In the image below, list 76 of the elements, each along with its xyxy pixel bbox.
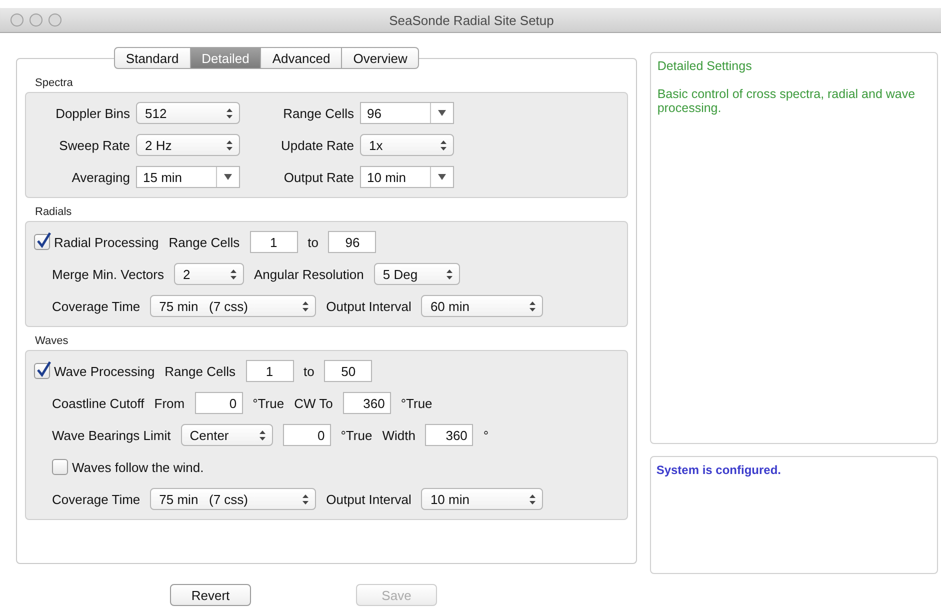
popup-button[interactable]: 5 Deg: [374, 263, 460, 285]
field-label: to: [308, 234, 318, 250]
checkbox[interactable]: Waves follow the wind.: [52, 459, 204, 475]
stepper-arrows-icon: [226, 140, 233, 150]
combo-box[interactable]: 96: [360, 102, 454, 124]
input-field[interactable]: 0: [194, 392, 243, 414]
checkmark-icon: [36, 361, 51, 377]
field-label: Coverage Time: [52, 492, 140, 506]
stepper-arrows-icon: [529, 494, 536, 504]
unit-label: °True: [252, 396, 284, 410]
popup-button[interactable]: 1x: [360, 134, 454, 156]
field-label: CW To: [294, 396, 333, 410]
field-label: Output Interval: [326, 492, 412, 506]
popup-button[interactable]: 512: [136, 102, 240, 124]
field-label: Output Rate: [282, 170, 354, 184]
checkbox[interactable]: Wave Processing: [34, 363, 155, 379]
field-label: Averaging: [70, 170, 130, 184]
popup-button[interactable]: 10 min: [421, 488, 544, 510]
field-label: Range Cells: [282, 106, 354, 120]
input-field[interactable]: 360: [425, 424, 474, 446]
field-label: to: [304, 364, 314, 378]
field-label: Range Cells: [168, 234, 240, 250]
field-label: Range Cells: [164, 364, 236, 378]
section-title: Waves: [35, 335, 70, 347]
window-controls-icon[interactable]: [10, 13, 62, 27]
window-title: SeaSonde Radial Site Setup: [388, 12, 555, 28]
field-label: Merge Min. Vectors: [52, 266, 164, 282]
input-field[interactable]: 1: [246, 360, 294, 382]
popup-button[interactable]: 60 min: [421, 295, 544, 317]
combo-box[interactable]: 15 min: [136, 166, 240, 188]
input-field[interactable]: 96: [328, 231, 376, 253]
field-label: Coastline Cutoff: [52, 396, 144, 410]
status-text: System is configured.: [656, 463, 782, 477]
stepper-arrows-icon: [529, 300, 536, 312]
field-label: Output Interval: [326, 298, 412, 314]
unit-label: °True: [340, 428, 372, 442]
stepper-arrows-icon: [302, 494, 310, 504]
field-label: Update Rate: [280, 138, 354, 152]
caret-icon: [224, 174, 232, 180]
push-button[interactable]: Revert: [170, 584, 251, 606]
section-title: Spectra: [35, 77, 74, 89]
tab[interactable]: Overview: [342, 47, 420, 69]
field-label: Coverage Time: [52, 298, 140, 314]
input-field[interactable]: 1: [250, 231, 298, 253]
stepper-arrows-icon: [446, 268, 453, 280]
tab[interactable]: Advanced: [261, 47, 342, 69]
combo-box[interactable]: 10 min: [360, 166, 454, 188]
tab[interactable]: Standard: [114, 47, 191, 69]
field-label: Wave Bearings Limit: [52, 428, 171, 442]
input-field[interactable]: 0: [282, 424, 331, 446]
unit-label: °: [483, 428, 489, 442]
field-label: Doppler Bins: [54, 106, 130, 120]
popup-button[interactable]: 2 Hz: [136, 134, 240, 156]
unit-label: °True: [400, 396, 432, 410]
field-label: Angular Resolution: [254, 266, 364, 282]
popup-button[interactable]: 75 min (7 css): [150, 488, 316, 510]
stepper-arrows-icon: [226, 108, 233, 118]
input-field[interactable]: 360: [342, 392, 391, 414]
field-label: Sweep Rate: [58, 138, 130, 152]
help-title: Detailed Settings: [657, 59, 753, 73]
popup-button[interactable]: Center: [180, 424, 273, 446]
caret-icon: [438, 174, 446, 180]
input-field[interactable]: 50: [324, 360, 372, 382]
field-label: Width: [382, 428, 416, 442]
caret-icon: [438, 110, 446, 116]
field-label: From: [154, 396, 185, 410]
stepper-arrows-icon: [230, 268, 237, 280]
stepper-arrows-icon: [258, 430, 266, 440]
help-text: Basic control of cross spectra, radial and wave processing.: [657, 87, 916, 115]
popup-button[interactable]: 2: [174, 263, 244, 285]
popup-button[interactable]: 75 min (7 css): [150, 295, 316, 317]
stepper-arrows-icon: [302, 300, 310, 312]
stepper-arrows-icon: [440, 140, 447, 150]
section-title: Radials: [35, 206, 73, 218]
checkbox[interactable]: Radial Processing: [34, 234, 159, 250]
checkmark-icon: [36, 232, 51, 248]
